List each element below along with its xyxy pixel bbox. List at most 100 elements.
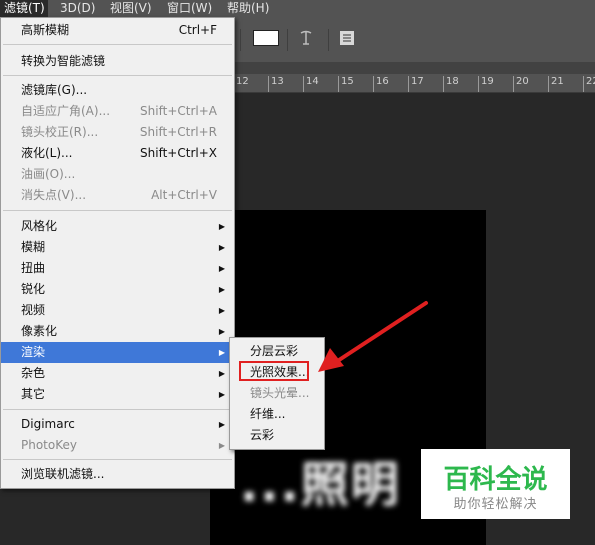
menu-item-label: 镜头校正(R)... [21, 125, 99, 139]
submenu-arrow-icon: ▶ [218, 306, 225, 315]
menu-window[interactable]: 窗口(W) [167, 0, 212, 17]
submenu-item-label: 云彩 [250, 428, 275, 442]
annotation-highlight-box [239, 361, 309, 381]
watermark-title: 百科全说 [443, 465, 548, 495]
ruler-major-tick [478, 76, 479, 92]
canvas-blurred-text: ...照明 [240, 457, 401, 513]
ruler-major-tick [548, 76, 549, 92]
menu-divider [3, 75, 232, 76]
menu-filter[interactable]: 滤镜(T) [0, 0, 48, 17]
menu-item-digimarc[interactable]: Digimarc ▶ [1, 414, 234, 435]
menu-item-label: 模糊 [21, 240, 46, 254]
warp-text-icon[interactable] [296, 29, 316, 49]
menu-item-label: 风格化 [21, 219, 58, 233]
filter-menu: 高斯模糊 Ctrl+F 转换为智能滤镜 滤镜库(G)... 自适应广角(A)..… [0, 17, 235, 489]
ruler-major-tick [408, 76, 409, 92]
menu-item-other[interactable]: 其它 ▶ [1, 384, 234, 405]
menu-divider [3, 44, 232, 45]
menu-item-shortcut: Alt+Ctrl+V [151, 188, 217, 202]
menu-item-shortcut: Shift+Ctrl+R [139, 125, 217, 139]
submenu-item-fibers[interactable]: 纤维... [230, 404, 324, 425]
menu-3d[interactable]: 3D(D) [60, 0, 95, 17]
watermark-logo: 百科全说 助你轻松解决 [421, 449, 570, 519]
menu-item-noise[interactable]: 杂色 ▶ [1, 363, 234, 384]
menu-item-render[interactable]: 渲染 ▶ [1, 342, 234, 363]
submenu-arrow-icon: ▶ [218, 369, 225, 378]
ruler-major-tick [338, 76, 339, 92]
menu-item-shortcut: Ctrl+F [178, 23, 217, 37]
ruler-number: 14 [306, 76, 319, 87]
ruler-major-tick [443, 76, 444, 92]
submenu-item-difference-clouds[interactable]: 分层云彩 [230, 341, 324, 362]
ruler-number: 19 [481, 76, 494, 87]
menu-item-browse-filters-online[interactable]: 浏览联机滤镜... [1, 464, 234, 485]
menu-item-adaptive-wide-angle[interactable]: 自适应广角(A)... Shift+Ctrl+A [1, 101, 234, 122]
menu-item-liquify[interactable]: 液化(L)... Shift+Ctrl+X [1, 143, 234, 164]
menu-help[interactable]: 帮助(H) [227, 0, 269, 17]
submenu-arrow-icon: ▶ [218, 222, 225, 231]
ruler-number: 15 [341, 76, 354, 87]
menu-item-label: 液化(L)... [21, 146, 73, 160]
ruler-number: 16 [376, 76, 389, 87]
ruler-number: 12 [236, 76, 249, 87]
submenu-item-label: 纤维... [250, 407, 286, 421]
menu-item-label: 像素化 [21, 324, 58, 338]
submenu-arrow-icon: ▶ [218, 285, 225, 294]
character-panel-icon[interactable] [337, 29, 357, 49]
text-color-swatch[interactable] [253, 30, 279, 46]
menu-item-filter-gallery[interactable]: 滤镜库(G)... [1, 80, 234, 101]
menu-item-label: 滤镜库(G)... [21, 83, 88, 97]
submenu-item-label: 分层云彩 [250, 344, 299, 358]
ruler-major-tick [373, 76, 374, 92]
menu-item-label: 自适应广角(A)... [21, 104, 111, 118]
menu-divider [3, 210, 232, 211]
menu-item-vanishing-point[interactable]: 消失点(V)... Alt+Ctrl+V [1, 185, 234, 206]
submenu-item-label: 镜头光晕... [250, 386, 310, 400]
menubar: 滤镜(T) 3D(D) 视图(V) 窗口(W) 帮助(H) [0, 0, 595, 17]
menu-item-label: 锐化 [21, 282, 46, 296]
menu-item-distort[interactable]: 扭曲 ▶ [1, 258, 234, 279]
menu-item-video[interactable]: 视频 ▶ [1, 300, 234, 321]
menu-item-sharpen[interactable]: 锐化 ▶ [1, 279, 234, 300]
menu-item-label: 油画(O)... [21, 167, 76, 181]
menu-item-label: 其它 [21, 387, 46, 401]
submenu-arrow-icon: ▶ [218, 420, 225, 429]
menu-item-lens-correction[interactable]: 镜头校正(R)... Shift+Ctrl+R [1, 122, 234, 143]
submenu-arrow-icon: ▶ [218, 327, 225, 336]
render-submenu: 分层云彩 光照效果... 镜头光晕... 纤维... 云彩 [229, 337, 325, 450]
submenu-item-clouds[interactable]: 云彩 [230, 425, 324, 446]
menu-item-pixelate[interactable]: 像素化 ▶ [1, 321, 234, 342]
menu-item-label: 消失点(V)... [21, 188, 87, 202]
ruler-number: 18 [446, 76, 459, 87]
menu-item-label: Digimarc [21, 417, 75, 431]
menu-item-label: 扭曲 [21, 261, 46, 275]
menu-view[interactable]: 视图(V) [110, 0, 152, 17]
menu-item-stylize[interactable]: 风格化 ▶ [1, 216, 234, 237]
ruler-number: 13 [271, 76, 284, 87]
toolbar-divider [287, 29, 288, 51]
menu-item-label: 渲染 [21, 345, 46, 359]
menu-item-label: 高斯模糊 [21, 23, 70, 37]
menu-item-label: 杂色 [21, 366, 46, 380]
menu-item-oil-paint[interactable]: 油画(O)... [1, 164, 234, 185]
submenu-arrow-icon: ▶ [218, 348, 225, 357]
menu-item-label: 浏览联机滤镜... [21, 467, 105, 481]
menu-item-blur[interactable]: 模糊 ▶ [1, 237, 234, 258]
ruler-major-tick [268, 76, 269, 92]
ruler-major-tick [513, 76, 514, 92]
ruler-number: 22 [586, 76, 595, 87]
menu-item-label: 转换为智能滤镜 [21, 54, 106, 68]
menu-divider [3, 409, 232, 410]
submenu-arrow-icon: ▶ [218, 441, 225, 450]
submenu-item-lens-flare[interactable]: 镜头光晕... [230, 383, 324, 404]
menu-item-gaussian-blur[interactable]: 高斯模糊 Ctrl+F [1, 20, 234, 41]
toolbar-divider [240, 29, 241, 51]
menu-item-photokey[interactable]: PhotoKey ▶ [1, 435, 234, 456]
ruler-major-tick [583, 76, 584, 92]
menu-divider [3, 459, 232, 460]
menu-item-convert-smart-filter[interactable]: 转换为智能滤镜 [1, 51, 234, 72]
watermark-subtitle: 助你轻松解决 [453, 497, 538, 512]
menu-item-shortcut: Shift+Ctrl+A [140, 104, 217, 118]
submenu-arrow-icon: ▶ [218, 264, 225, 273]
ruler-number: 20 [516, 76, 529, 87]
